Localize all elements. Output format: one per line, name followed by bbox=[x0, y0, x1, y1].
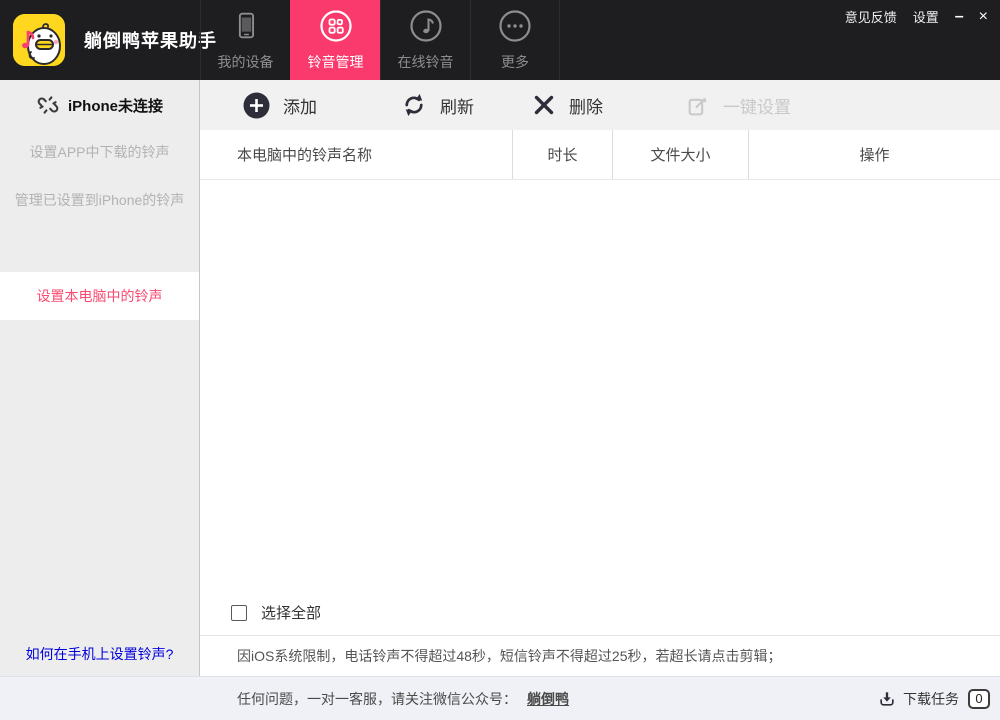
tab-label: 更多 bbox=[501, 52, 529, 72]
connection-status-label: iPhone未连接 bbox=[68, 95, 163, 116]
tab-label: 铃音管理 bbox=[308, 52, 364, 72]
one-click-setup-label: 一键设置 bbox=[723, 93, 791, 118]
connection-status: iPhone未连接 bbox=[0, 80, 199, 130]
tab-label: 在线铃音 bbox=[398, 52, 454, 72]
one-click-setup-button[interactable]: 一键设置 bbox=[685, 93, 791, 118]
add-button[interactable]: 添加 bbox=[243, 92, 317, 119]
refresh-button[interactable]: 刷新 bbox=[401, 92, 474, 118]
music-circle-icon bbox=[408, 8, 444, 44]
sidebar-item-app-ringtones[interactable]: 设置APP中下载的铃声 bbox=[0, 128, 199, 176]
delete-label: 删除 bbox=[569, 93, 603, 118]
support-text: 任何问题，一对一客服，请关注微信公众号： 躺倒鸭 bbox=[237, 677, 569, 720]
wechat-account-link[interactable]: 躺倒鸭 bbox=[527, 689, 569, 709]
minimize-button[interactable]: – bbox=[955, 9, 963, 25]
select-all-row: 选择全部 bbox=[231, 602, 321, 623]
column-header-duration: 时长 bbox=[512, 130, 612, 179]
help-link[interactable]: 如何在手机上设置铃声? bbox=[0, 644, 199, 664]
tab-label: 我的设备 bbox=[218, 52, 274, 72]
feedback-link[interactable]: 意见反馈 bbox=[845, 7, 897, 26]
window-controls: 意见反馈 设置 – × bbox=[845, 7, 988, 26]
download-count-badge: 0 bbox=[968, 689, 990, 709]
settings-link[interactable]: 设置 bbox=[913, 7, 939, 26]
tab-my-devices[interactable]: 我的设备 bbox=[200, 0, 290, 80]
main-panel: 添加 刷新 bbox=[200, 80, 1000, 676]
sidebar-item-iphone-ringtones[interactable]: 管理已设置到iPhone的铃声 bbox=[0, 176, 199, 224]
toolbar: 添加 刷新 bbox=[200, 80, 1000, 130]
tab-ringtone-management[interactable]: 铃音管理 bbox=[290, 0, 380, 80]
delete-x-icon bbox=[532, 93, 556, 117]
apps-circle-icon bbox=[318, 8, 354, 44]
sidebar: iPhone未连接 设置APP中下载的铃声 管理已设置到iPhone的铃声 设置… bbox=[0, 80, 200, 676]
download-tasks-label: 下载任务 bbox=[903, 689, 959, 709]
add-label: 添加 bbox=[283, 93, 317, 118]
add-icon bbox=[243, 92, 270, 119]
refresh-label: 刷新 bbox=[440, 93, 474, 118]
broken-link-icon bbox=[36, 93, 60, 117]
tab-more[interactable]: 更多 bbox=[470, 0, 560, 80]
ringtone-list-empty bbox=[200, 180, 1000, 635]
select-all-checkbox[interactable] bbox=[231, 605, 247, 621]
delete-button[interactable]: 删除 bbox=[532, 93, 603, 118]
more-circle-icon bbox=[497, 8, 533, 44]
ios-limit-notice: 因iOS系统限制，电话铃声不得超过48秒，短信铃声不得超过25秒，若超长请点击剪… bbox=[200, 635, 1000, 676]
one-click-setup-icon bbox=[685, 93, 710, 118]
table-header: 本电脑中的铃声名称 时长 文件大小 操作 bbox=[200, 130, 1000, 180]
app-logo bbox=[13, 14, 65, 66]
app-title: 躺倒鸭苹果助手 bbox=[84, 0, 217, 80]
support-message: 任何问题，一对一客服，请关注微信公众号： bbox=[237, 689, 517, 709]
title-bar: 躺倒鸭苹果助手 我的设备 铃音管 bbox=[0, 0, 1000, 80]
close-button[interactable]: × bbox=[979, 9, 988, 25]
tab-online-ringtones[interactable]: 在线铃音 bbox=[380, 0, 470, 80]
download-icon bbox=[877, 689, 897, 709]
column-header-name: 本电脑中的铃声名称 bbox=[200, 130, 512, 179]
duck-logo-icon bbox=[13, 14, 65, 66]
main-nav: 我的设备 铃音管理 在线铃音 bbox=[200, 0, 560, 80]
refresh-icon bbox=[401, 92, 427, 118]
select-all-label: 选择全部 bbox=[261, 602, 321, 623]
column-header-actions: 操作 bbox=[748, 130, 1000, 179]
column-header-filesize: 文件大小 bbox=[612, 130, 748, 179]
phone-icon bbox=[229, 8, 263, 44]
footer-bar: 任何问题，一对一客服，请关注微信公众号： 躺倒鸭 下载任务 0 bbox=[0, 676, 1000, 720]
sidebar-item-local-ringtones[interactable]: 设置本电脑中的铃声 bbox=[0, 272, 199, 320]
download-tasks-button[interactable]: 下载任务 0 bbox=[877, 677, 990, 720]
